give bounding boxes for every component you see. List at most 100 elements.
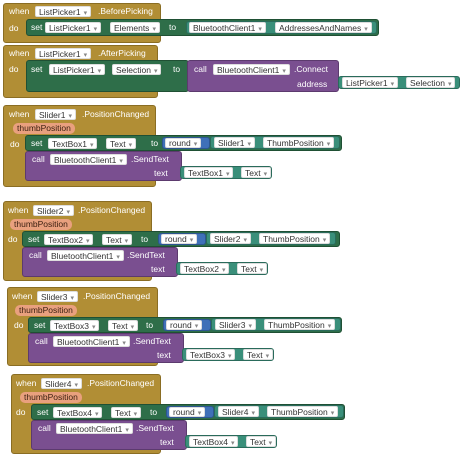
call-component-dropdown[interactable]: BluetoothClient1 ▾ — [47, 250, 124, 261]
event-name: .BeforePicking — [98, 6, 153, 16]
round-block[interactable]: round ▾ — [158, 233, 206, 245]
do-keyword: do — [8, 234, 18, 244]
do-keyword: do — [14, 320, 24, 330]
set-keyword: set — [31, 138, 43, 148]
when-keyword: when — [8, 205, 29, 215]
chevron-down-icon: ▾ — [268, 440, 273, 447]
getter-block[interactable]: Slider1 ▾ ThumbPosition ▾ — [210, 136, 340, 149]
do-keyword: do — [9, 64, 19, 74]
set-keyword: set — [31, 22, 43, 32]
getter-property-dropdown[interactable]: Text ▾ — [243, 349, 274, 360]
thumbposition-parameter[interactable]: thumbPosition — [10, 219, 72, 230]
getter-block[interactable]: Slider2 ▾ ThumbPosition ▾ — [206, 232, 336, 245]
round-block[interactable]: round ▾ — [162, 137, 210, 149]
getter-component-dropdown[interactable]: TextBox3 ▾ — [186, 349, 236, 360]
getter-property-dropdown[interactable]: Text ▾ — [246, 436, 277, 447]
when-keyword: when — [9, 6, 30, 16]
thumbposition-parameter[interactable]: thumbPosition — [20, 392, 82, 403]
set-property-dropdown[interactable]: Text ▾ — [102, 234, 133, 245]
event-component-dropdown[interactable]: Slider1 ▾ — [35, 109, 76, 120]
do-keyword: do — [16, 407, 26, 417]
call-keyword: call — [38, 423, 51, 433]
round-block[interactable]: round ▾ — [166, 406, 214, 418]
call-block[interactable]: call BluetoothClient1 ▾ .Connect address — [187, 60, 339, 92]
set-keyword: set — [37, 407, 49, 417]
getter-component-dropdown[interactable]: TextBox4 ▾ — [189, 436, 239, 447]
getter-component-dropdown[interactable]: Slider3 ▾ — [215, 319, 256, 330]
chevron-down-icon: ▾ — [265, 353, 270, 360]
event-component-dropdown[interactable]: ListPicker1 ▾ — [35, 6, 92, 17]
chevron-down-icon: ▾ — [390, 81, 395, 88]
set-property-dropdown[interactable]: Text ▾ — [111, 407, 142, 418]
chevron-down-icon: ▾ — [447, 81, 452, 88]
getter-block[interactable]: ListPicker1 ▾ Selection ▾ — [338, 76, 460, 89]
chevron-down-icon: ▾ — [152, 26, 156, 33]
getter-property-dropdown[interactable]: ThumbPosition ▾ — [264, 319, 336, 330]
chevron-down-icon: ▾ — [91, 324, 96, 331]
event-component-dropdown[interactable]: Slider2 ▾ — [33, 205, 74, 216]
getter-property-dropdown[interactable]: ThumbPosition ▾ — [263, 137, 335, 148]
chevron-down-icon: ▾ — [221, 267, 226, 274]
getter-component-dropdown[interactable]: ListPicker1 ▾ — [342, 77, 399, 88]
getter-block[interactable]: TextBox3 ▾ Text ▾ — [182, 348, 274, 361]
chevron-down-icon: ▾ — [247, 141, 251, 148]
call-component-dropdown[interactable]: BluetoothClient1 ▾ — [213, 64, 290, 75]
chevron-down-icon: ▾ — [189, 237, 194, 244]
set-target-dropdown[interactable]: TextBox1 ▾ — [48, 138, 98, 149]
call-block[interactable]: call BluetoothClient1 ▾ .SendText text — [28, 333, 184, 363]
call-keyword: call — [194, 64, 207, 74]
getter-block[interactable]: TextBox2 ▾ Text ▾ — [176, 262, 268, 275]
call-block[interactable]: call BluetoothClient1 ▾ .SendText text — [25, 151, 182, 181]
chevron-down-icon: ▾ — [194, 323, 199, 330]
call-block[interactable]: call BluetoothClient1 ▾ .SendText text — [31, 420, 187, 450]
getter-component-dropdown[interactable]: BluetoothClient1 ▾ — [189, 22, 266, 33]
getter-block[interactable]: Slider3 ▾ ThumbPosition ▾ — [211, 318, 341, 331]
set-property-dropdown[interactable]: Text ▾ — [106, 138, 137, 149]
method-name: .SendText — [131, 154, 169, 164]
round-block[interactable]: round ▾ — [163, 319, 211, 331]
getter-property-dropdown[interactable]: ThumbPosition ▾ — [259, 233, 331, 244]
when-keyword: when — [9, 109, 30, 119]
chevron-down-icon: ▾ — [116, 254, 120, 261]
event-component-dropdown[interactable]: ListPicker1 ▾ — [35, 48, 92, 59]
chevron-down-icon: ▾ — [74, 382, 78, 389]
set-target-dropdown[interactable]: TextBox3 ▾ — [50, 320, 100, 331]
event-component-dropdown[interactable]: Slider4 ▾ — [41, 378, 82, 389]
call-component-dropdown[interactable]: BluetoothClient1 ▾ — [50, 154, 127, 165]
chevron-down-icon: ▾ — [263, 171, 268, 178]
getter-property-dropdown[interactable]: Text ▾ — [237, 263, 268, 274]
set-target-dropdown[interactable]: ListPicker1 ▾ — [45, 22, 102, 33]
getter-property-dropdown[interactable]: Selection ▾ — [406, 77, 456, 88]
getter-property-dropdown[interactable]: Text ▾ — [241, 167, 272, 178]
getter-property-dropdown[interactable]: ThumbPosition ▾ — [267, 406, 339, 417]
thumbposition-parameter[interactable]: thumbPosition — [13, 123, 75, 134]
getter-component-dropdown[interactable]: Slider2 ▾ — [210, 233, 251, 244]
chevron-down-icon: ▾ — [225, 171, 230, 178]
set-target-dropdown[interactable]: ListPicker1 ▾ — [49, 64, 106, 75]
set-block[interactable]: set ListPicker1 ▾ Selection ▾ to — [26, 60, 189, 92]
getter-block[interactable]: TextBox4 ▾ Text ▾ — [185, 435, 277, 448]
call-component-dropdown[interactable]: BluetoothClient1 ▾ — [56, 423, 133, 434]
round-keyword: round ▾ — [166, 320, 203, 330]
call-block[interactable]: call BluetoothClient1 ▾ .SendText text — [22, 247, 178, 277]
set-target-dropdown[interactable]: TextBox2 ▾ — [44, 234, 94, 245]
getter-component-dropdown[interactable]: Slider1 ▾ — [214, 137, 255, 148]
thumbposition-parameter[interactable]: thumbPosition — [15, 305, 77, 316]
getter-block[interactable]: TextBox1 ▾ Text ▾ — [180, 166, 272, 179]
event-component-dropdown[interactable]: Slider3 ▾ — [37, 291, 78, 302]
getter-component-dropdown[interactable]: TextBox2 ▾ — [180, 263, 230, 274]
chevron-down-icon: ▾ — [93, 26, 98, 33]
set-target-dropdown[interactable]: TextBox4 ▾ — [53, 407, 103, 418]
getter-block[interactable]: Slider4 ▾ ThumbPosition ▾ — [214, 405, 344, 418]
set-property-dropdown[interactable]: Selection ▾ — [112, 64, 162, 75]
getter-property-dropdown[interactable]: AddressesAndNames ▾ — [275, 22, 372, 33]
getter-component-dropdown[interactable]: TextBox1 ▾ — [184, 167, 234, 178]
getter-component-dropdown[interactable]: Slider4 ▾ — [218, 406, 259, 417]
call-component-dropdown[interactable]: BluetoothClient1 ▾ — [53, 336, 130, 347]
chevron-down-icon: ▾ — [248, 323, 252, 330]
set-property-dropdown[interactable]: Text ▾ — [108, 320, 139, 331]
set-keyword: set — [34, 320, 46, 330]
getter-block[interactable]: BluetoothClient1 ▾ AddressesAndNames ▾ — [186, 21, 377, 34]
chevron-down-icon: ▾ — [94, 411, 99, 418]
set-property-dropdown[interactable]: Elements ▾ — [110, 22, 160, 33]
